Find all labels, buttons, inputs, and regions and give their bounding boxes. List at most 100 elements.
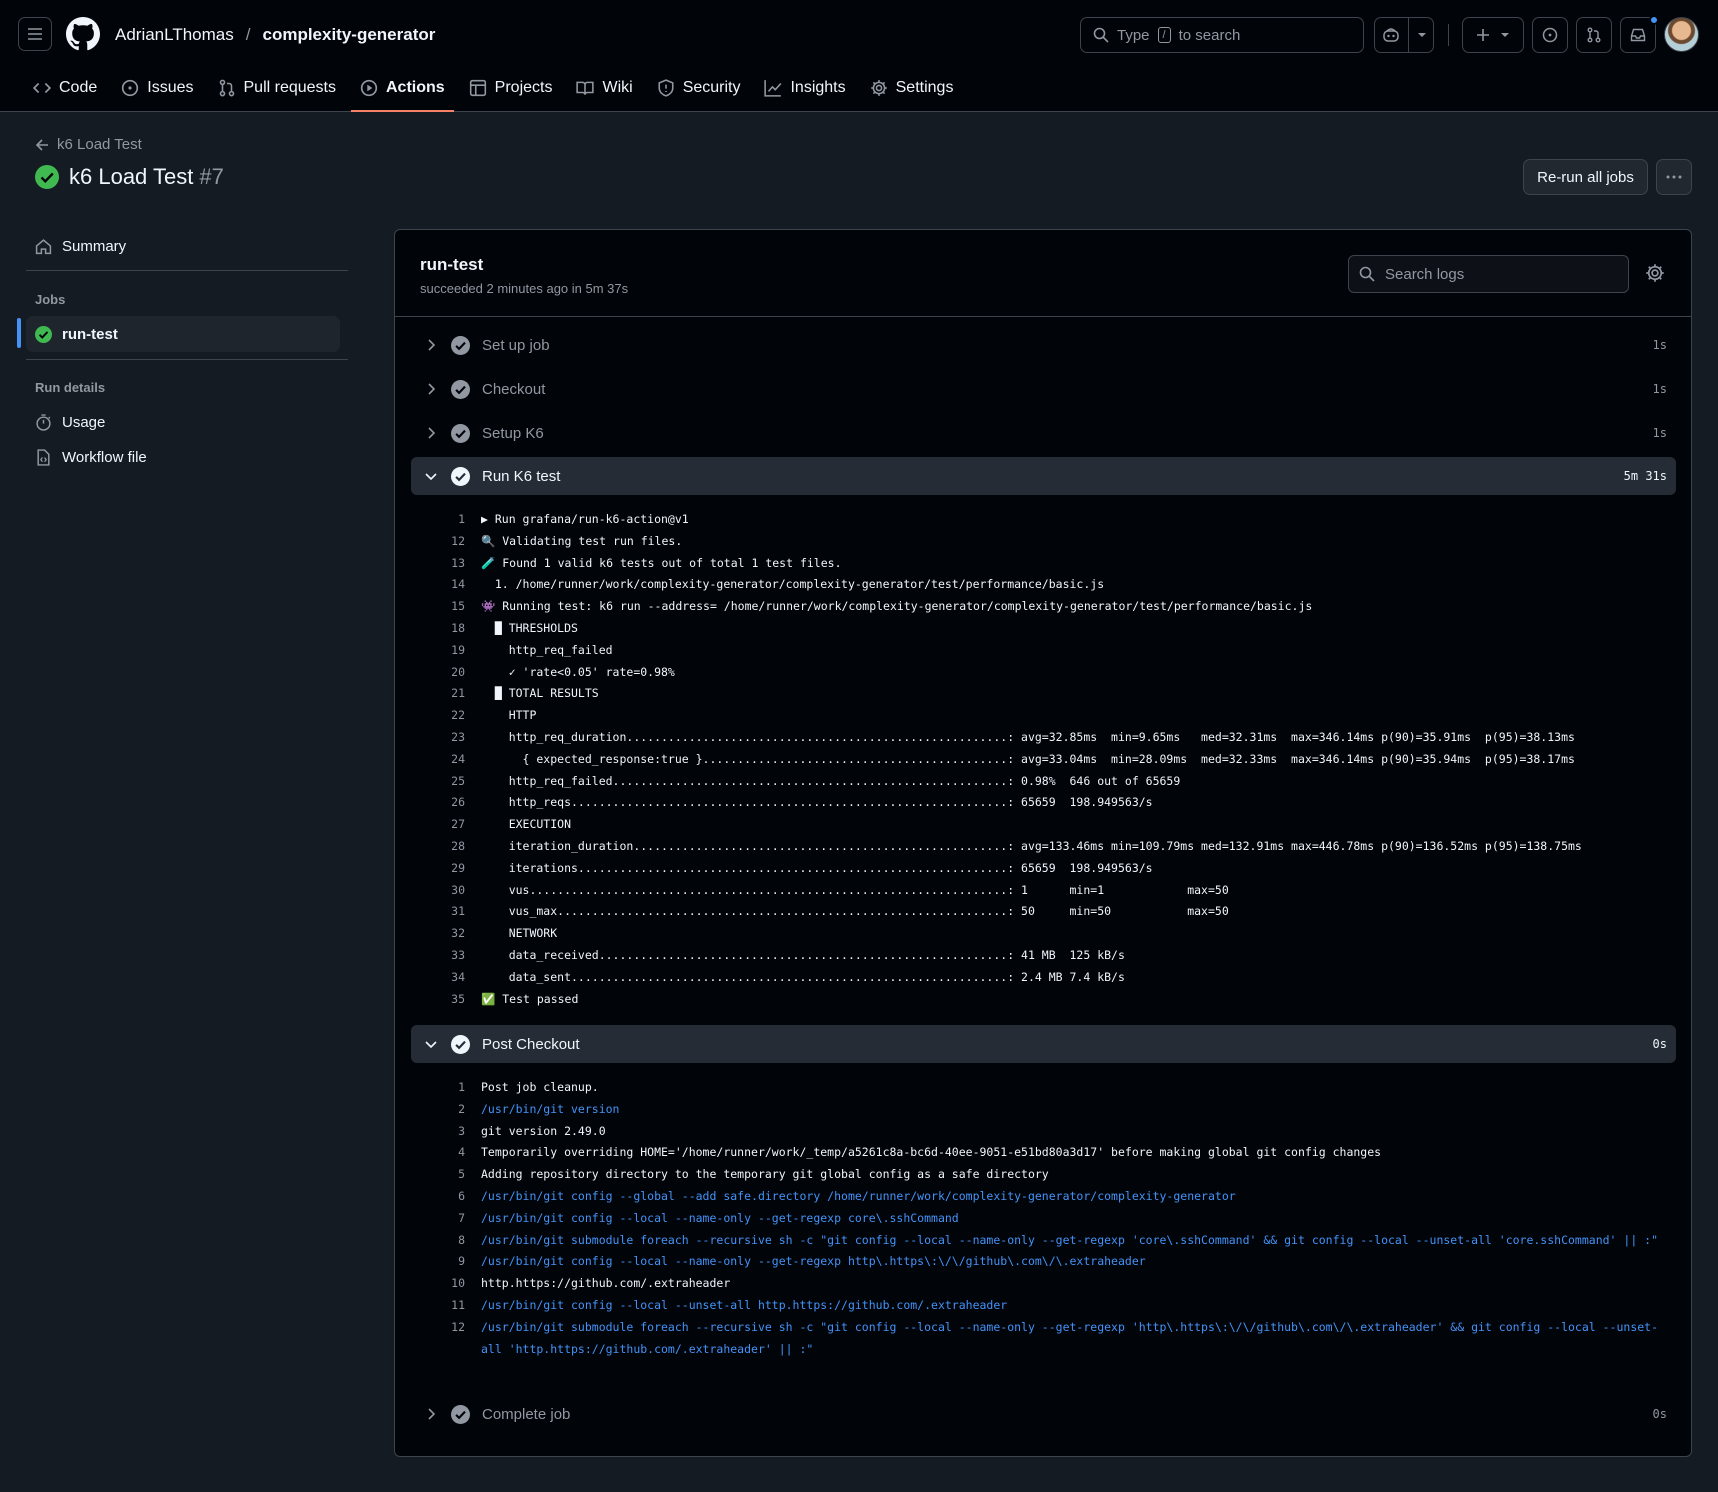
sidebar-item-workflow-file[interactable]: Workflow file [26, 439, 340, 475]
gear-icon[interactable] [1645, 263, 1665, 283]
log-line-number[interactable]: 34 [395, 967, 465, 989]
chevron-down-icon [425, 1041, 437, 1049]
log-line: 12/usr/bin/git submodule foreach --recur… [395, 1317, 1691, 1361]
log-line-number[interactable]: 19 [395, 640, 465, 662]
log-line-number[interactable]: 23 [395, 727, 465, 749]
search-logs-input[interactable]: Search logs [1348, 255, 1629, 293]
log-line-number[interactable]: 14 [395, 574, 465, 596]
job-log-panel: run-test succeeded 2 minutes ago in 5m 3… [394, 229, 1692, 1457]
run-title-text: k6 Load Test [69, 164, 194, 189]
copilot-button[interactable] [1374, 17, 1434, 53]
log-line-number[interactable]: 28 [395, 836, 465, 858]
log-line-number[interactable]: 15 [395, 596, 465, 618]
step-setup-k6[interactable]: Setup K6 1s [411, 414, 1676, 452]
log-line-text: ✅ Test passed [481, 991, 579, 1006]
log-line: 9/usr/bin/git config --local --name-only… [395, 1251, 1691, 1273]
log-line-text: http_reqs...............................… [481, 795, 1153, 810]
log-line-number[interactable]: 29 [395, 858, 465, 880]
log-line-number[interactable]: 31 [395, 901, 465, 923]
create-new-button[interactable] [1462, 17, 1524, 53]
step-label: Post Checkout [482, 1035, 580, 1053]
notification-dot [1649, 15, 1659, 25]
log-line-number[interactable]: 33 [395, 945, 465, 967]
step-complete-job[interactable]: Complete job 0s [411, 1395, 1676, 1433]
sidebar-item-usage[interactable]: Usage [26, 404, 340, 440]
tab-actions[interactable]: Actions [351, 72, 454, 112]
github-logo-icon[interactable] [66, 17, 100, 51]
global-search-input[interactable]: Type / to search [1080, 17, 1364, 53]
sidebar-item-run-test[interactable]: run-test [26, 316, 340, 352]
tab-security[interactable]: Security [648, 72, 750, 104]
log-line-number[interactable]: 20 [395, 662, 465, 684]
log-line-number[interactable]: 27 [395, 814, 465, 836]
log-line-number[interactable]: 1 [395, 509, 465, 531]
log-line-number[interactable]: 7 [395, 1208, 465, 1230]
log-line-number[interactable]: 3 [395, 1121, 465, 1143]
tab-settings[interactable]: Settings [861, 72, 963, 104]
step-checkout[interactable]: Checkout 1s [411, 370, 1676, 408]
log-line-number[interactable]: 25 [395, 771, 465, 793]
log-line: 5 Adding repository directory to the temp… [395, 1164, 1691, 1186]
sidebar-divider [26, 270, 348, 271]
log-line-number[interactable]: 30 [395, 880, 465, 902]
job-status-text: succeeded 2 minutes ago in 5m 37s [420, 281, 629, 296]
log-line-number[interactable]: 5 [395, 1164, 465, 1186]
menu-button[interactable] [18, 17, 52, 51]
log-line: 26 http_reqs............................… [395, 792, 1691, 814]
tab-projects[interactable]: Projects [460, 72, 562, 104]
tab-insights[interactable]: Insights [755, 72, 854, 104]
tab-pull-requests[interactable]: Pull requests [209, 72, 346, 104]
log-line-number[interactable]: 12 [395, 1317, 465, 1361]
log-line-number[interactable]: 26 [395, 792, 465, 814]
log-line-number[interactable]: 4 [395, 1142, 465, 1164]
check-circle-icon [451, 1404, 470, 1424]
log-line-number[interactable]: 18 [395, 618, 465, 640]
inbox-icon [1630, 28, 1646, 42]
user-avatar[interactable] [1664, 17, 1699, 52]
log-line-text: iterations..............................… [481, 860, 1153, 875]
log-line-number[interactable]: 35 [395, 989, 465, 1011]
log-line-text: http_req_failed.........................… [481, 773, 1181, 788]
step-post-checkout[interactable]: Post Checkout 0s [411, 1025, 1676, 1063]
log-line-number[interactable]: 6 [395, 1186, 465, 1208]
k6-log-output: 1 ▶ Run grafana/run-k6-action@v1 12 🔍 Valid… [395, 509, 1691, 1010]
tab-wiki[interactable]: Wiki [567, 72, 641, 104]
log-line-number[interactable]: 10 [395, 1273, 465, 1295]
repo-link[interactable]: complexity-generator [262, 25, 435, 45]
check-circle-icon [451, 335, 470, 355]
log-line-number[interactable]: 24 [395, 749, 465, 771]
sidebar-item-summary[interactable]: Summary [26, 228, 340, 264]
log-line-number[interactable]: 1 [395, 1077, 465, 1099]
pull-requests-button[interactable] [1576, 17, 1612, 53]
log-line-number[interactable]: 13 [395, 553, 465, 575]
log-line-number[interactable]: 9 [395, 1251, 465, 1273]
log-line-text: /usr/bin/git config --local --unset-all … [481, 1297, 1008, 1312]
home-icon [35, 238, 52, 254]
tab-issues[interactable]: Issues [112, 72, 202, 104]
tab-label: Pull requests [243, 79, 337, 96]
issue-icon [1542, 27, 1558, 43]
issues-button[interactable] [1532, 17, 1568, 53]
log-line-number[interactable]: 32 [395, 923, 465, 945]
log-line-number[interactable]: 22 [395, 705, 465, 727]
step-label: Checkout [482, 380, 546, 398]
rerun-all-jobs-button[interactable]: Re-run all jobs [1523, 159, 1648, 195]
log-line: 18 █ THRESHOLDS [395, 618, 1691, 640]
log-line-number[interactable]: 11 [395, 1295, 465, 1317]
log-line-number[interactable]: 21 [395, 683, 465, 705]
step-duration: 1s [1652, 382, 1667, 396]
back-to-workflow-link[interactable]: k6 Load Test [35, 136, 142, 153]
owner-link[interactable]: AdrianLThomas [115, 25, 234, 45]
log-line-number[interactable]: 12 [395, 531, 465, 553]
log-line-number[interactable]: 2 [395, 1099, 465, 1121]
tab-code[interactable]: Code [24, 72, 106, 104]
hamburger-icon [28, 28, 42, 40]
step-run-k6-test[interactable]: Run K6 test 5m 31s [411, 457, 1676, 495]
log-line: 7/usr/bin/git config --local --name-only… [395, 1208, 1691, 1230]
more-options-button[interactable] [1656, 159, 1692, 195]
log-line-text: Post job cleanup. [481, 1080, 599, 1094]
log-line: 27 EXECUTION [395, 814, 1691, 836]
log-line-number[interactable]: 8 [395, 1230, 465, 1252]
log-line-text: { expected_response:true }..............… [481, 751, 1575, 766]
step-set-up-job[interactable]: Set up job 1s [411, 326, 1676, 364]
